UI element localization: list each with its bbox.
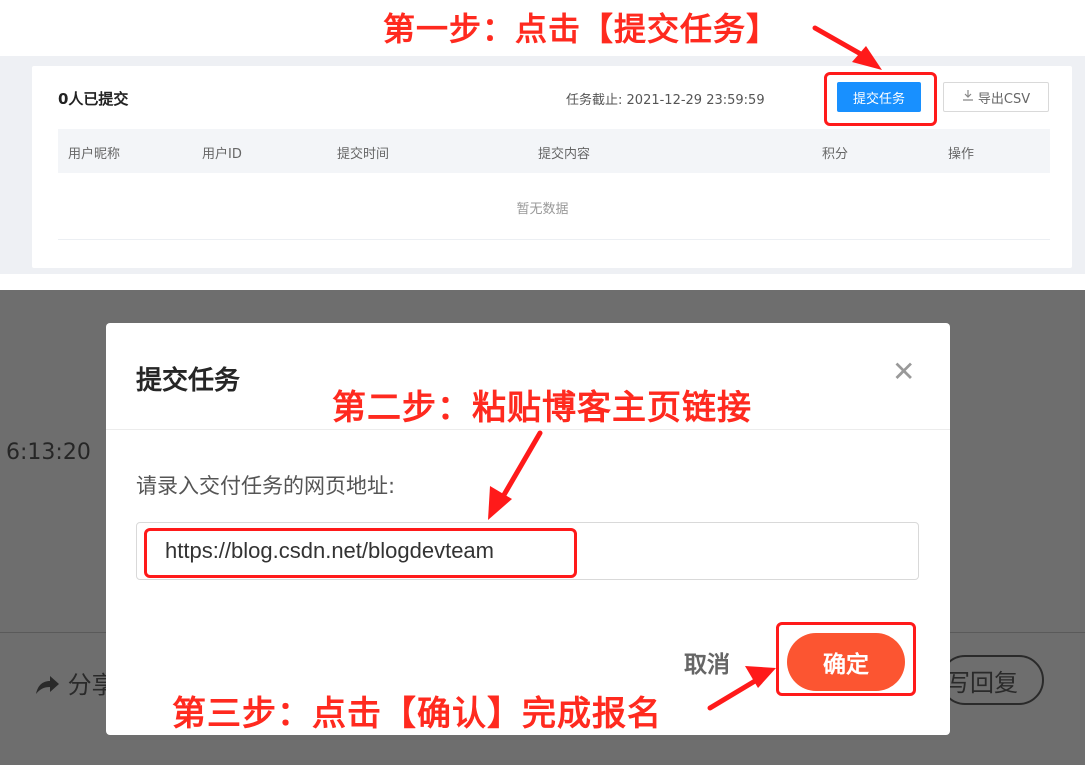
annotation-arrows xyxy=(488,25,882,711)
step1-arrow-icon xyxy=(812,25,882,70)
step3-arrow-icon xyxy=(707,666,776,711)
step2-arrow-icon xyxy=(488,430,543,520)
